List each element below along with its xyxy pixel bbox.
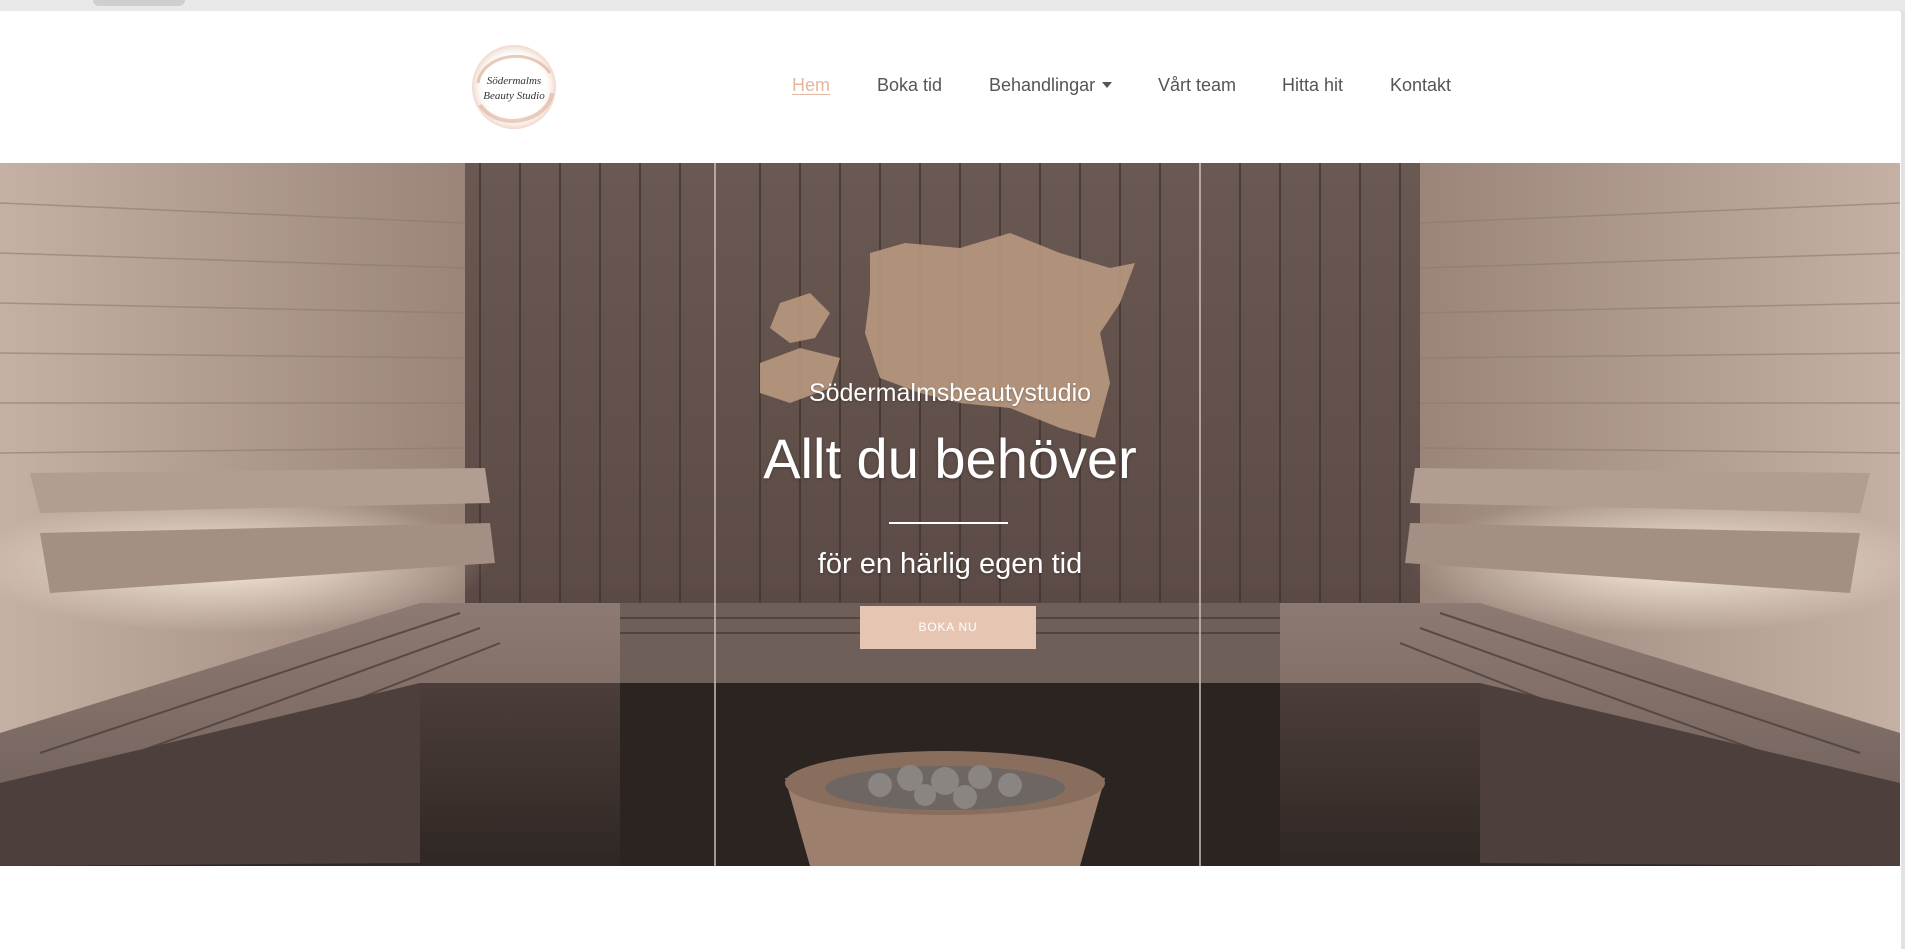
hero-banner: Södermalmsbeautystudio Allt du behöver f… bbox=[0, 163, 1900, 866]
nav-item-boka-tid[interactable]: Boka tid bbox=[877, 73, 942, 97]
hero-kicker: Södermalmsbeautystudio bbox=[808, 379, 1092, 407]
nav-item-vart-team[interactable]: Vårt team bbox=[1158, 73, 1236, 97]
hero-content: Södermalmsbeautystudio Allt du behöver f… bbox=[0, 163, 1900, 866]
hero-title: Allt du behöver bbox=[763, 427, 1137, 490]
nav-item-hem[interactable]: Hem bbox=[792, 73, 830, 97]
nav-item-kontakt[interactable]: Kontakt bbox=[1390, 73, 1451, 97]
main-navigation: Hem Boka tid Behandlingar Vårt team Hitt… bbox=[0, 73, 1900, 103]
site-header: Södermalms Beauty Studio Hem Boka tid Be… bbox=[0, 11, 1900, 163]
nav-item-behandlingar[interactable]: Behandlingar bbox=[989, 73, 1113, 97]
nav-item-hitta-hit[interactable]: Hitta hit bbox=[1282, 73, 1343, 97]
hero-subtitle: för en härlig egen tid bbox=[817, 548, 1083, 580]
nav-item-behandlingar-label: Behandlingar bbox=[989, 75, 1096, 95]
chevron-down-icon bbox=[1102, 82, 1113, 88]
boka-nu-button[interactable]: BOKA NU bbox=[860, 606, 1036, 649]
browser-tab[interactable] bbox=[93, 0, 185, 6]
hero-divider bbox=[889, 522, 1008, 524]
page-scrollbar[interactable] bbox=[1901, 11, 1905, 949]
